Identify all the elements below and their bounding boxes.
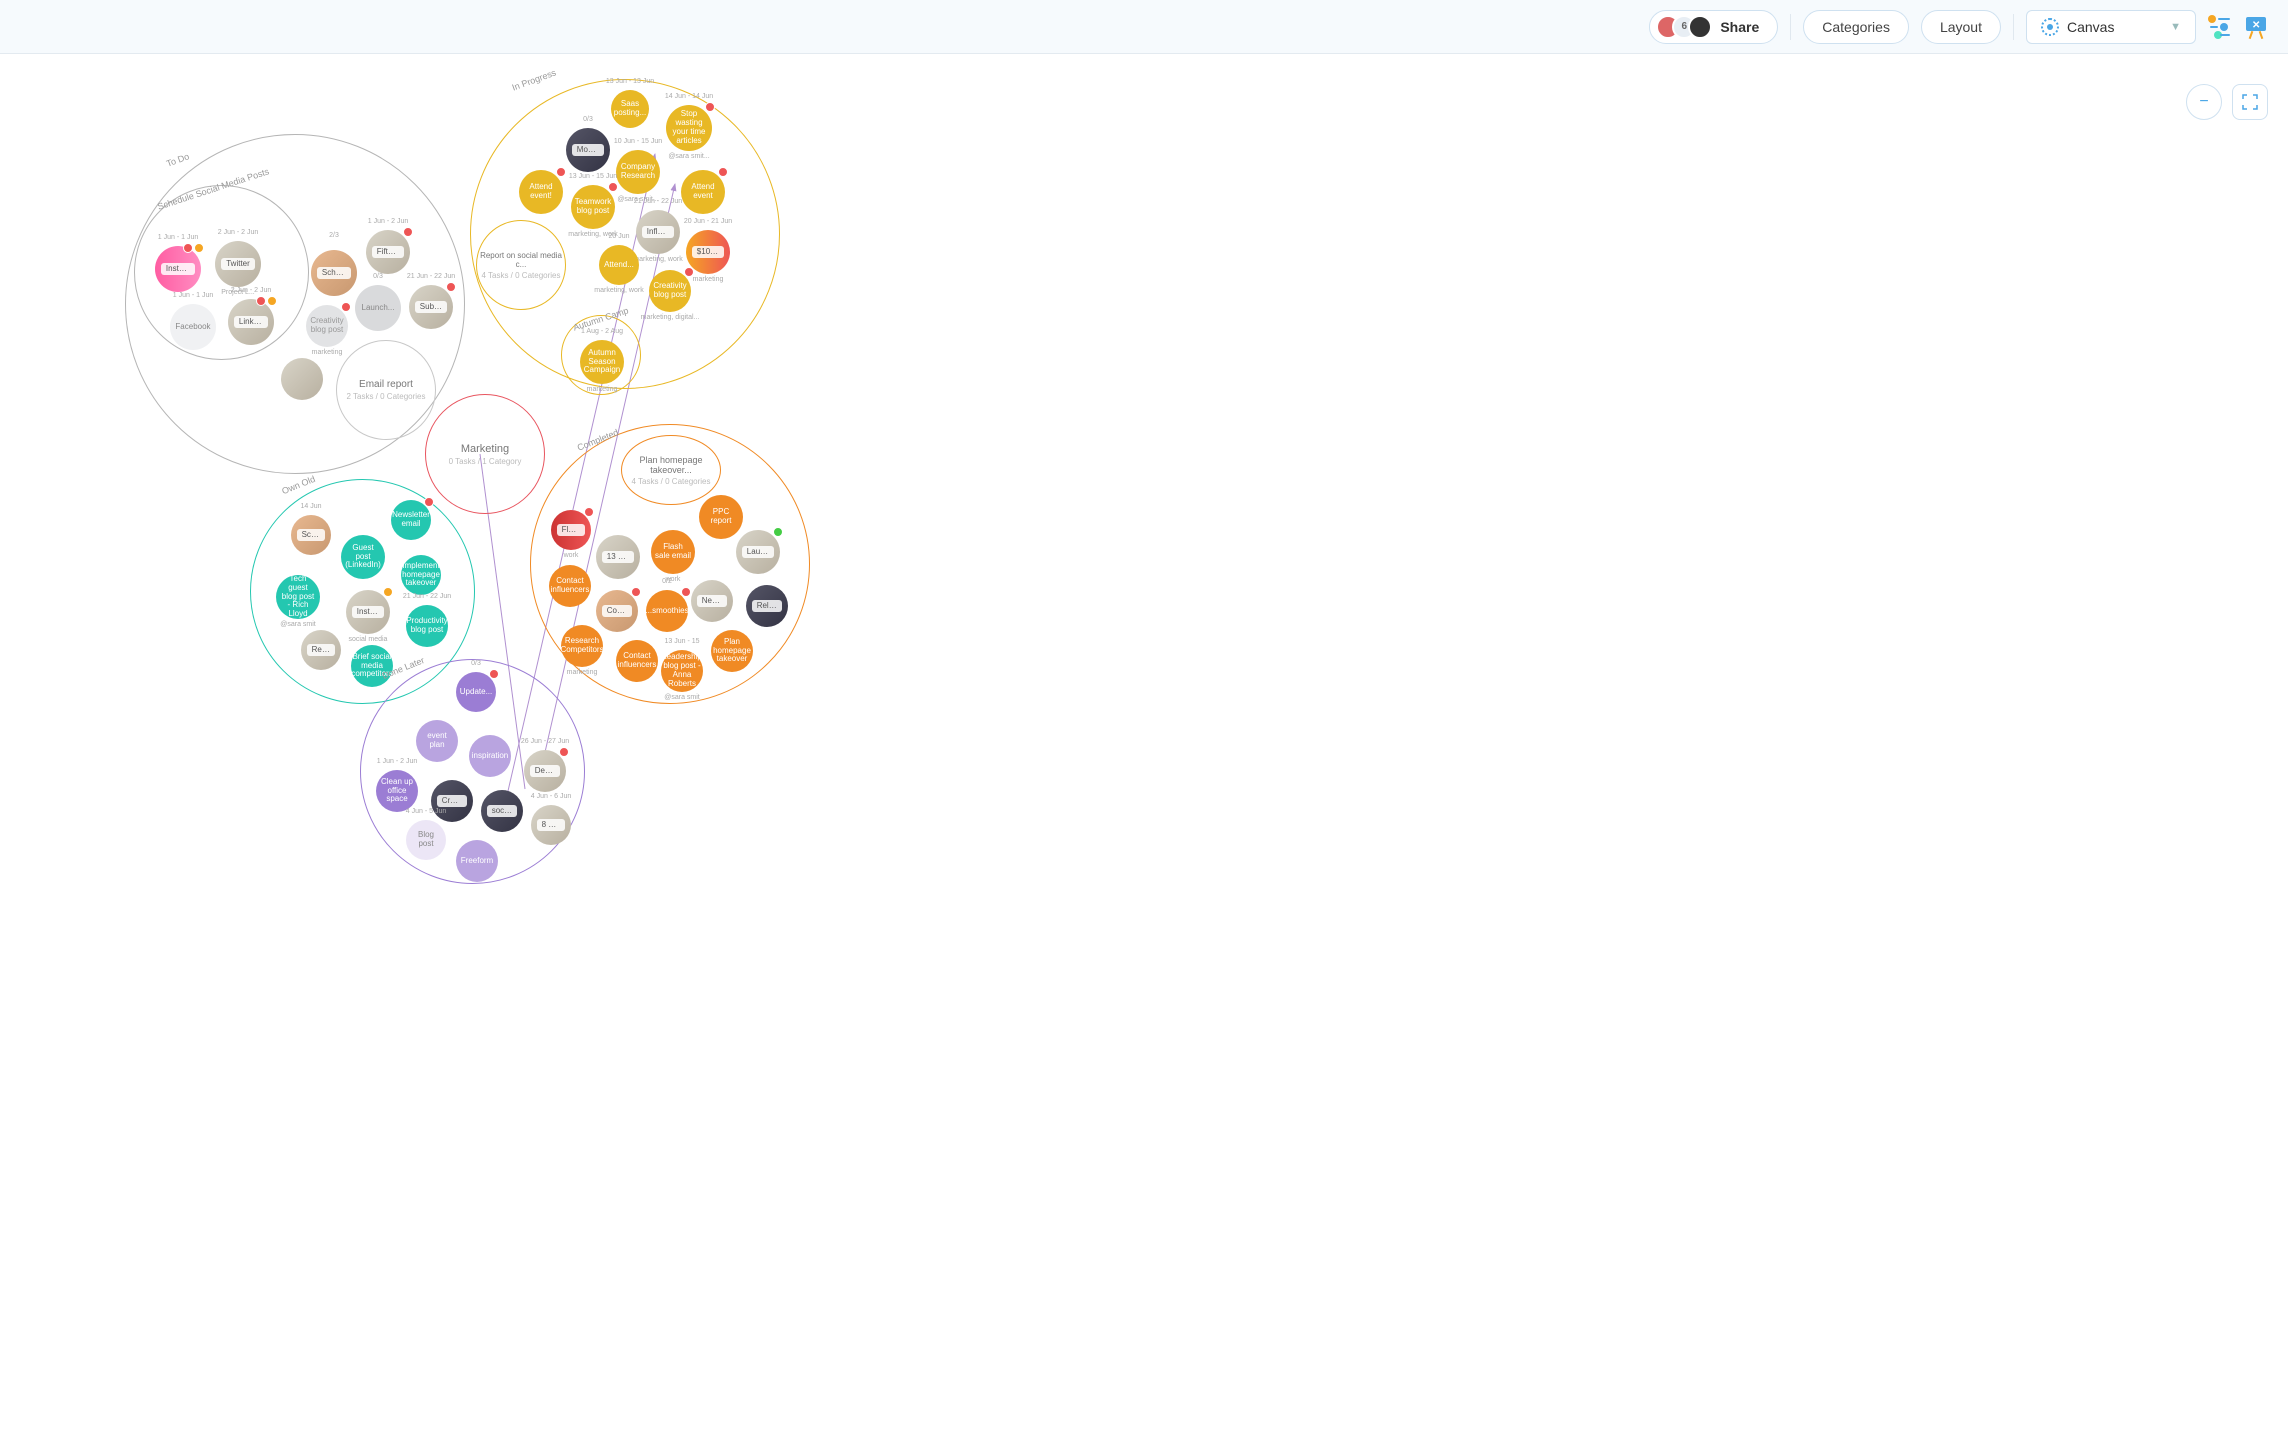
task-node-subtle[interactable]: 21 Jun - 22 Jun Subtle...: [409, 285, 453, 329]
task-node-eventplan[interactable]: event plan: [416, 720, 458, 762]
task-node-13hours[interactable]: 13 hours left...: [596, 535, 640, 579]
top-toolbar: 6 Share Categories Layout Canvas ▼ ✕: [0, 0, 2288, 54]
task-node-company[interactable]: 10 Jun - 15 Jun Company Research @sara s…: [616, 150, 660, 194]
task-node-report[interactable]: Report on...: [301, 630, 341, 670]
avatar: [1688, 15, 1712, 39]
layout-button[interactable]: Layout: [1921, 10, 2001, 44]
cluster-todo[interactable]: To Do Schedule Social Media Posts 1 Jun …: [125, 134, 465, 474]
cluster-marketing[interactable]: Marketing 0 Tasks / 1 Category: [425, 394, 545, 514]
subcluster-label: Schedule Social Media Posts: [156, 166, 270, 212]
task-node-fifth[interactable]: 1 Jun - 2 Jun Fifth (and...: [366, 230, 410, 274]
task-node-teamwork[interactable]: 13 Jun - 15 Jun Teamwork blog post marke…: [571, 185, 615, 229]
view-select-value: Canvas: [2067, 19, 2114, 35]
presentation-icon[interactable]: ✕: [2244, 15, 2268, 39]
share-label: Share: [1720, 19, 1759, 35]
task-node-blogpost[interactable]: 4 Jun - 5 Jun Blog post: [406, 820, 446, 860]
share-button[interactable]: 6 Share: [1649, 10, 1778, 44]
chevron-down-icon: ▼: [2170, 21, 2181, 33]
task-node-attend2[interactable]: Attend event: [681, 170, 725, 214]
task-node-twitter[interactable]: 2 Jun - 2 Jun Twitter Project L...: [215, 241, 261, 287]
task-node-update[interactable]: 0/3 Update...: [456, 672, 496, 712]
task-node-social[interactable]: social media: [481, 790, 523, 832]
minus-icon: −: [2199, 93, 2208, 111]
cluster-label: Own Old: [280, 474, 316, 496]
fullscreen-button[interactable]: [2232, 84, 2268, 120]
cluster-completed[interactable]: Completed Plan homepage takeover... 4 Ta…: [530, 424, 810, 704]
task-node-inspiration[interactable]: inspiration: [469, 735, 511, 777]
task-node-guestpost[interactable]: Guest post (LinkedIn): [341, 535, 385, 579]
task-node-cleanup[interactable]: 1 Jun - 2 Jun Clean up office space: [376, 770, 418, 812]
task-node-plan[interactable]: Plan homepage takeover: [711, 630, 753, 672]
cluster-later[interactable]: Done Later 0/3 Update... event plan insp…: [360, 659, 585, 884]
task-node-attend3[interactable]: 20 Jun Attend... marketing, work: [599, 245, 639, 285]
task-node-contact1[interactable]: Contact influencers: [549, 565, 591, 607]
task-node-flashsale[interactable]: Flash sale... work: [551, 510, 591, 550]
task-node-create[interactable]: Create all...: [431, 780, 473, 822]
task-node-influencers[interactable]: 21 Jun - 22 Jun Influencers marketing, w…: [636, 210, 680, 254]
task-node-flashsale2[interactable]: Flash sale email work: [651, 530, 695, 574]
task-node-autumn[interactable]: 1 Aug - 2 Aug Autumn Season Campaign mar…: [580, 340, 624, 384]
task-node-schedule2[interactable]: 14 Jun Schedule...: [291, 515, 331, 555]
task-node-cal[interactable]: [281, 358, 323, 400]
task-node-creativity[interactable]: Creativity blog post marketing: [306, 305, 348, 347]
task-node-implement[interactable]: Implement homepage takeover: [401, 555, 441, 595]
task-node-monday[interactable]: 0/3 Monday...: [566, 128, 610, 172]
task-node-contact3[interactable]: Contact influencers: [616, 640, 658, 682]
task-node-newsletter[interactable]: Newsletter email: [391, 500, 431, 540]
fullscreen-icon: [2242, 94, 2258, 110]
task-node-freeform[interactable]: Freeform: [456, 840, 498, 882]
subcluster-report-social[interactable]: Report on social media c... 4 Tasks / 0 …: [476, 220, 566, 310]
task-node-brief[interactable]: Brief social media competitors: [351, 645, 393, 687]
categories-label: Categories: [1822, 19, 1890, 35]
task-node-research[interactable]: Research Competitors marketing: [561, 625, 603, 667]
filter-icon[interactable]: [2208, 15, 2232, 39]
subcluster-plan-homepage[interactable]: Plan homepage takeover... 4 Tasks / 0 Ca…: [621, 435, 721, 505]
task-node-creativity2[interactable]: Creativity blog post marketing, digital.…: [649, 270, 691, 312]
task-node-relaunch[interactable]: Relaunch...: [746, 585, 788, 627]
subcluster-schedule-social[interactable]: Schedule Social Media Posts 1 Jun - 1 Ju…: [134, 185, 309, 360]
task-node-facebook[interactable]: 1 Jun - 1 Jun Facebook: [170, 304, 216, 350]
task-node-smoothies[interactable]: 0/2 ...smoothies: [646, 590, 688, 632]
share-avatars: 6: [1656, 15, 1712, 39]
layout-label: Layout: [1940, 19, 1982, 35]
separator: [1790, 14, 1791, 40]
cluster-label: To Do: [165, 151, 191, 168]
zoom-controls: −: [2186, 84, 2268, 120]
task-node-schedule[interactable]: 2/3 Schedule...: [311, 250, 357, 296]
canvas-icon: [2041, 18, 2059, 36]
view-select[interactable]: Canvas ▼: [2026, 10, 2196, 44]
cluster-label: In Progress: [511, 67, 558, 92]
task-node-saas[interactable]: 13 Jun - 13 Jun Saas posting...: [611, 90, 649, 128]
task-node-techpost[interactable]: Tech guest blog post - Rich Lloyd @sara …: [276, 575, 320, 619]
cluster-inprogress[interactable]: In Progress Report on social media c... …: [470, 79, 780, 389]
subcluster-autumn[interactable]: Autumn Camp 1 Aug - 2 Aug Autumn Season …: [561, 315, 641, 395]
task-node-newppc[interactable]: New PPC...: [691, 580, 733, 622]
task-node-stop[interactable]: 14 Jun - 14 Jun Stop wasting your time a…: [666, 105, 712, 151]
task-node-ppcreport[interactable]: PPC report: [699, 495, 743, 539]
cluster-label: Completed: [576, 427, 620, 453]
task-node-decide[interactable]: 26 Jun - 27 Jun Decide on...: [524, 750, 566, 792]
zoom-out-button[interactable]: −: [2186, 84, 2222, 120]
task-node-instagram[interactable]: 1 Jun - 1 Jun Instagram: [155, 246, 201, 292]
task-node-productivity[interactable]: 21 Jun - 22 Jun Productivity blog post: [406, 605, 448, 647]
separator: [2013, 14, 2014, 40]
subcluster-email-report[interactable]: Email report 2 Tasks / 0 Categories: [336, 340, 436, 440]
task-node-linkedin[interactable]: 2 Jun - 2 Jun LinkedIn: [228, 299, 274, 345]
task-node-contact2[interactable]: Contact...: [596, 590, 638, 632]
canvas-area[interactable]: − To Do Schedule Social Media Posts 1 Ju…: [0, 54, 2288, 1444]
task-node-instagram2[interactable]: Instagram... social media: [346, 590, 390, 634]
task-node-8hours[interactable]: 4 Jun - 6 Jun 8 hours...: [531, 805, 571, 845]
task-node-leadership[interactable]: 13 Jun - 15 Leadership blog post - Anna …: [661, 650, 703, 692]
task-node-launchday[interactable]: Launch Day: [736, 530, 780, 574]
categories-button[interactable]: Categories: [1803, 10, 1909, 44]
task-node-launch[interactable]: 0/3 Launch...: [355, 285, 401, 331]
task-node-attend1[interactable]: Attend event!: [519, 170, 563, 214]
